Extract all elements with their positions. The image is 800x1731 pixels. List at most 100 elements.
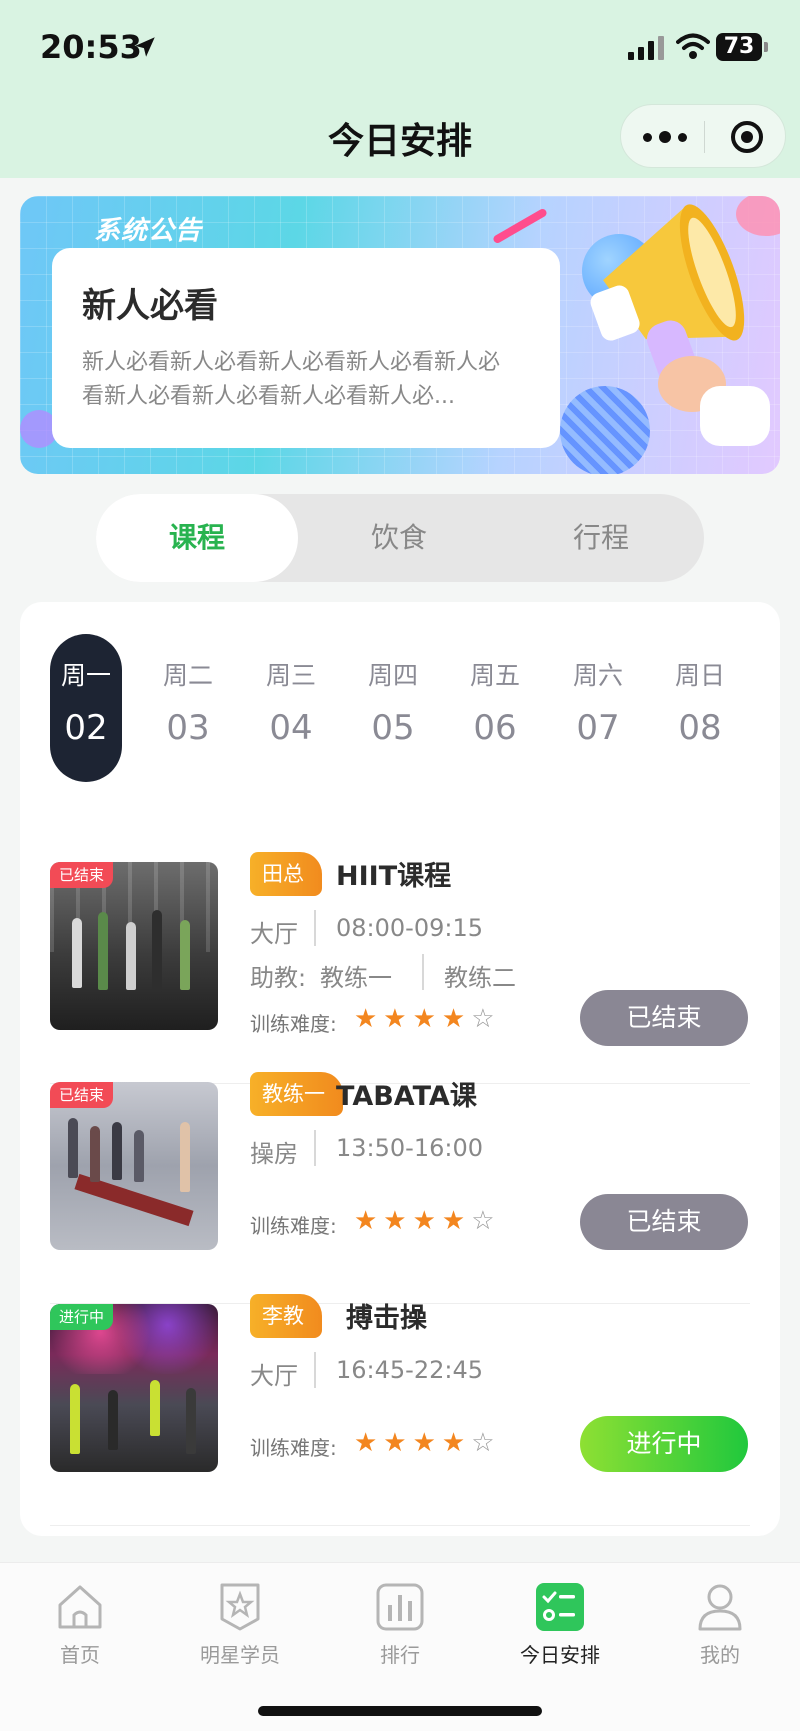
day-date: 06	[473, 708, 517, 748]
home-indicator	[258, 1706, 542, 1716]
difficulty-row: 训练难度: ★★★★☆	[250, 1428, 550, 1461]
difficulty-stars: ★★★★☆	[354, 1004, 501, 1034]
tabbar-label: 首页	[60, 1643, 100, 1667]
week-selector: 周一 02 周二 03 周三 04 周四 05 周五 06 周六 07 周日 0…	[50, 634, 760, 784]
day-item[interactable]: 周五 06	[459, 634, 531, 782]
course-item[interactable]: 已结束 教练一 TABATA课 操房 13:50-16:00 训练难度: ★★★…	[50, 1072, 750, 1304]
course-location-time: 大厅 08:00-09:15	[250, 910, 483, 949]
coach-tag: 田总	[250, 852, 322, 896]
tab-course[interactable]: 课程	[96, 494, 298, 582]
course-place: 大厅	[250, 920, 298, 948]
battery-level: 73	[716, 33, 762, 61]
signal-icon	[628, 36, 664, 60]
course-thumbnail: 进行中	[50, 1304, 218, 1472]
day-date: 02	[64, 708, 108, 748]
day-weekday: 周二	[162, 661, 213, 690]
tabbar-item-star-students[interactable]: 明星学员	[160, 1575, 320, 1675]
tabbar-item-ranking[interactable]: 排行	[320, 1575, 480, 1675]
banner-tag: 系统公告	[94, 216, 203, 246]
difficulty-label: 训练难度:	[250, 1436, 337, 1460]
difficulty-stars: ★★★★☆	[354, 1428, 501, 1458]
status-badge: 进行中	[50, 1304, 114, 1330]
day-item[interactable]: 周一 02	[50, 634, 122, 782]
day-item[interactable]: 周二 03	[152, 634, 224, 782]
day-weekday: 周四	[367, 661, 418, 690]
schedule-card: 周一 02 周二 03 周三 04 周四 05 周五 06 周六 07 周日 0…	[20, 602, 780, 1536]
checklist-icon	[536, 1583, 584, 1631]
header-area: 20:53 73 今日安排	[0, 0, 800, 178]
status-bar: 20:53 73	[0, 0, 800, 96]
status-badge: 已结束	[50, 1082, 114, 1108]
course-thumbnail: 已结束	[50, 1082, 218, 1250]
course-status-button[interactable]: 已结束	[580, 1194, 748, 1250]
announcement-desc: 新人必看新人必看新人必看新人必看新人必看新人必看新人必看新人必看新人必...	[82, 350, 501, 409]
status-time: 20:53	[40, 28, 142, 66]
day-item[interactable]: 周四 05	[357, 634, 429, 782]
day-date: 05	[371, 708, 415, 748]
course-time: 16:45-22:45	[336, 1356, 483, 1384]
tabbar-label: 今日安排	[520, 1643, 600, 1667]
home-icon	[58, 1585, 102, 1629]
location-arrow-icon	[135, 37, 155, 57]
day-weekday: 周六	[572, 661, 623, 690]
tabbar-item-mine[interactable]: 我的	[640, 1575, 800, 1675]
day-weekday: 周五	[469, 661, 520, 690]
assist-coach: 教练一	[320, 964, 392, 992]
battery-tip	[764, 42, 768, 52]
course-name: 搏击操	[346, 1303, 427, 1334]
course-location-time: 操房 13:50-16:00	[250, 1130, 483, 1169]
assist-coach: 教练二	[444, 964, 516, 992]
tabbar-label: 我的	[700, 1643, 740, 1667]
tabbar-item-today[interactable]: 今日安排	[480, 1575, 640, 1675]
day-item[interactable]: 周日 08	[664, 634, 736, 782]
status-badge: 已结束	[50, 862, 114, 888]
coach-tag: 李教	[250, 1294, 322, 1338]
difficulty-stars: ★★★★☆	[354, 1206, 501, 1236]
announcement-card[interactable]: 新人必看 新人必看新人必看新人必看新人必看新人必看新人必看新人必看新人必看新人必…	[52, 248, 560, 448]
day-weekday: 周日	[674, 661, 725, 690]
course-place: 大厅	[250, 1362, 298, 1390]
course-status-button[interactable]: 进行中	[580, 1416, 748, 1472]
announcement-banner[interactable]: 系统公告 新人必看 新人必看新人必看新人必看新人必看新人必看新人必看新人必看新人…	[20, 196, 780, 474]
day-date: 04	[269, 708, 313, 748]
course-name: TABATA课	[336, 1081, 477, 1112]
day-date: 08	[678, 708, 722, 748]
course-item[interactable]: 进行中 李教 搏击操 大厅 16:45-22:45 训练难度: ★★★★☆ 进行…	[50, 1294, 750, 1526]
day-weekday: 周一	[60, 661, 111, 690]
course-item[interactable]: 已结束 田总 HIIT课程 大厅 08:00-09:15 助教: 教练一 教练二…	[50, 852, 750, 1084]
megaphone-icon	[590, 196, 780, 446]
star-badge-icon	[220, 1583, 260, 1631]
course-time: 13:50-16:00	[336, 1134, 483, 1162]
divider	[50, 1525, 750, 1526]
capsule-divider	[704, 121, 705, 153]
tabbar-label: 排行	[380, 1643, 420, 1667]
difficulty-label: 训练难度:	[250, 1214, 337, 1238]
user-icon	[698, 1584, 742, 1631]
wifi-icon	[676, 33, 710, 59]
course-assistants: 助教: 教练一 教练二	[250, 954, 550, 993]
difficulty-row: 训练难度: ★★★★☆	[250, 1004, 550, 1037]
tabbar-label: 明星学员	[200, 1643, 280, 1667]
course-location-time: 大厅 16:45-22:45	[250, 1352, 483, 1391]
difficulty-label: 训练难度:	[250, 1012, 337, 1036]
close-target-icon[interactable]	[731, 121, 763, 153]
tab-diet[interactable]: 饮食	[298, 494, 500, 582]
difficulty-row: 训练难度: ★★★★☆	[250, 1206, 550, 1239]
day-item[interactable]: 周三 04	[255, 634, 327, 782]
day-date: 03	[166, 708, 210, 748]
tab-itinerary[interactable]: 行程	[500, 494, 702, 582]
course-name: HIIT课程	[336, 861, 452, 892]
assist-label: 助教:	[250, 964, 307, 992]
day-weekday: 周三	[265, 661, 316, 690]
course-place: 操房	[250, 1140, 298, 1168]
mini-program-capsule	[620, 104, 786, 168]
tabbar-item-home[interactable]: 首页	[0, 1575, 160, 1675]
day-date: 07	[576, 708, 620, 748]
more-icon[interactable]	[643, 123, 693, 151]
course-time: 08:00-09:15	[336, 914, 483, 942]
day-item[interactable]: 周六 07	[562, 634, 634, 782]
announcement-title: 新人必看	[82, 286, 218, 326]
bar-chart-icon	[376, 1583, 424, 1631]
course-status-button[interactable]: 已结束	[580, 990, 748, 1046]
coach-tag: 教练一	[250, 1072, 343, 1116]
